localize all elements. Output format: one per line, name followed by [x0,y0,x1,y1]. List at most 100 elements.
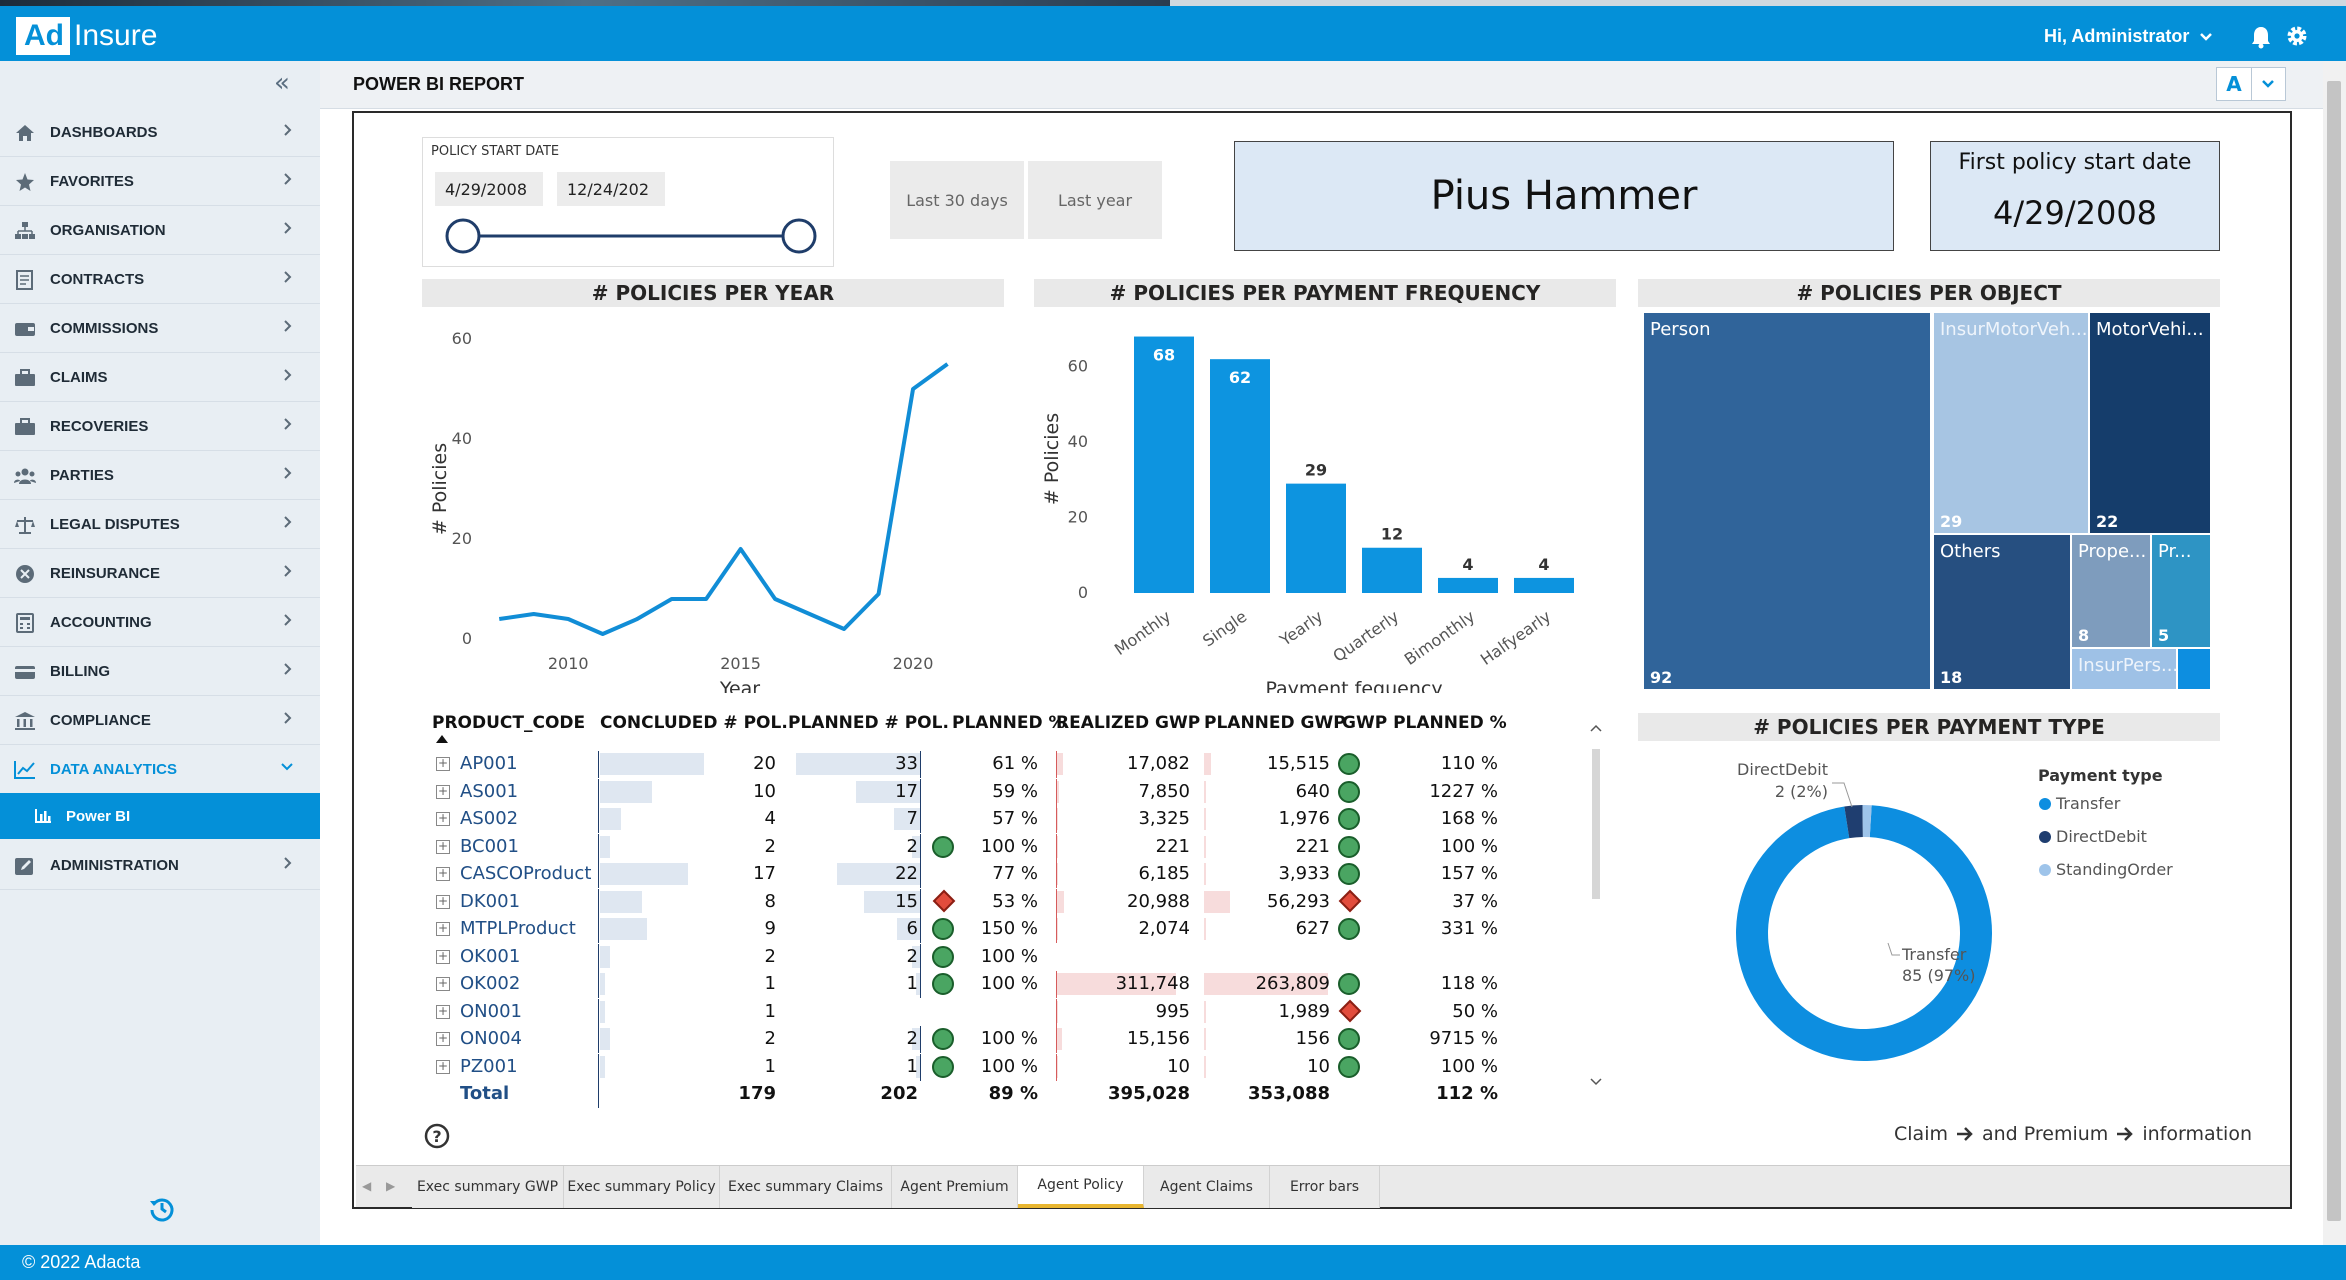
sidebar-item-contracts[interactable]: CONTRACTS [0,256,320,304]
expand-icon[interactable]: + [436,839,450,854]
column-header[interactable]: REALIZED GWP [1056,713,1200,747]
tab-exec-summary-claims[interactable]: Exec summary Claims [720,1166,892,1208]
y-tick-label: 40 [452,429,472,448]
product-code[interactable]: OK002 [460,973,520,994]
history-icon[interactable] [148,1195,176,1223]
chevron-right-icon [282,466,294,485]
tab-scroll-right-icon[interactable]: ▶ [386,1179,395,1193]
column-header[interactable]: PLANNED # POL. [788,713,952,747]
planned-gwp-value: 627 [1295,918,1330,939]
concluded-value: 1 [764,1055,776,1077]
sort-ascending-icon[interactable] [436,735,448,743]
sidebar-item-parties[interactable]: PARTIES [0,452,320,500]
product-code[interactable]: AP001 [460,753,518,774]
sidebar-item-power-bi[interactable]: Power BI [0,793,320,839]
expand-icon[interactable]: + [436,1059,450,1074]
product-code[interactable]: ON004 [460,1028,522,1049]
chevron-right-icon [282,172,294,191]
sidebar-item-accounting[interactable]: ACCOUNTING [0,599,320,647]
column-header[interactable]: CONCLUDED # POL. [600,713,788,747]
product-code[interactable]: OK001 [460,946,520,967]
product-code[interactable]: AS002 [460,808,518,829]
last-30-days-button[interactable]: Last 30 days [890,161,1024,239]
expand-icon[interactable]: + [436,1004,450,1019]
product-code[interactable]: ON001 [460,1001,522,1022]
product-code[interactable]: CASCOProduct [460,863,591,884]
chevron-right-icon [282,221,294,240]
last-year-button[interactable]: Last year [1028,161,1162,239]
sidebar-item-dashboards[interactable]: DASHBOARDS [0,109,320,157]
tab-agent-claims[interactable]: Agent Claims [1144,1166,1270,1208]
table-row: + OK001 2 2 100 % [428,943,1518,971]
footer: © 2022 Adacta [0,1245,2346,1280]
expand-icon[interactable]: + [436,867,450,881]
tab-scroll-left-icon[interactable]: ◀ [362,1179,371,1193]
collapse-sidebar-icon[interactable]: « [274,70,298,96]
tab-error-bars[interactable]: Error bars [1270,1166,1380,1208]
expand-icon[interactable]: + [436,949,450,964]
tab-exec-summary-policy[interactable]: Exec summary Policy [564,1166,720,1208]
column-header[interactable]: PLANNED % [952,713,1066,747]
planned-gwp-value: 263,809 [1255,973,1330,994]
sidebar-item-administration[interactable]: ADMINISTRATION [0,842,320,890]
table-scrollbar[interactable] [1586,719,1606,1091]
column-divider [598,1081,599,1108]
sidebar-item-claims[interactable]: CLAIMS [0,354,320,402]
expand-icon[interactable]: + [436,757,450,771]
sidebar-item-legal-disputes[interactable]: LEGAL DISPUTES [0,501,320,549]
column-divider [1056,998,1057,1026]
product-code[interactable]: BC001 [460,836,519,857]
language-selector[interactable]: A [2216,67,2286,101]
concluded-bar [600,1028,611,1050]
product-code[interactable]: AS001 [460,781,518,802]
product-code[interactable]: PZ001 [460,1056,518,1077]
sidebar-item-favorites[interactable]: FAVORITES [0,158,320,206]
x-tick-label: Single [1199,607,1250,651]
tab-exec-summary-gwp[interactable]: Exec summary GWP [412,1166,564,1208]
date-to-field[interactable]: 12/24/202 [557,172,665,206]
sidebar: « DASHBOARDS FAVORITES ORGANISATION CONTRAC… [0,61,320,1245]
report-tabs: ◀ ▶ Exec summary GWP Exec summary Policy E… [356,1165,2290,1208]
language-value: A [2226,72,2242,96]
gear-icon[interactable] [2285,24,2309,48]
tab-agent-premium[interactable]: Agent Premium [892,1166,1018,1208]
column-header[interactable]: PRODUCT_CODE [432,713,592,747]
sidebar-item-billing[interactable]: BILLING [0,648,320,696]
expand-icon[interactable]: + [436,894,450,909]
first-policy-value: 4/29/2008 [1992,194,2158,232]
page-scrollbar[interactable] [2323,61,2346,1245]
sidebar-item-data-analytics[interactable]: DATA ANALYTICS [0,746,320,794]
expand-icon[interactable]: + [436,1032,450,1046]
column-header[interactable]: GWP PLANNED % [1342,713,1507,747]
expand-icon[interactable]: + [436,812,450,826]
column-header[interactable]: PLANNED GWP [1204,713,1346,747]
date-range-slider[interactable] [423,208,835,268]
sidebar-item-reinsurance[interactable]: REINSURANCE [0,550,320,598]
gwp-planned-percent: 9715 % [1429,1028,1498,1049]
app-logo[interactable]: Ad Insure [16,12,157,60]
expand-icon[interactable]: + [436,922,450,936]
sidebar-item-compliance[interactable]: COMPLIANCE [0,697,320,745]
scrollbar-thumb[interactable] [2327,81,2341,1221]
expand-icon[interactable]: + [436,977,450,991]
column-divider [598,1026,599,1053]
sidebar-item-organisation[interactable]: ORGANISATION [0,207,320,255]
sidebar-item-recoveries[interactable]: RECOVERIES [0,403,320,451]
bell-icon[interactable] [2250,25,2272,49]
expand-icon[interactable]: + [436,784,450,799]
sidebar-item-commissions[interactable]: COMMISSIONS [0,305,320,353]
treemap-value: 22 [2096,512,2118,531]
product-code[interactable]: MTPLProduct [460,918,576,939]
help-icon[interactable]: ? [424,1123,450,1149]
realized-gwp-value: 995 [1155,1000,1190,1022]
product-code[interactable]: DK001 [460,891,520,912]
date-from-field[interactable]: 4/29/2008 [435,172,543,206]
tab-agent-policy[interactable]: Agent Policy [1018,1166,1144,1208]
x-tick-label: Yearly [1275,607,1326,651]
planned-gwp-value: 3,933 [1278,863,1330,884]
user-menu[interactable]: Hi, Administrator [2044,26,2213,47]
column-divider [1056,971,1057,998]
planned-gwp-value: 221 [1295,835,1330,857]
chevron-down-icon[interactable] [2250,68,2285,100]
bar-chart-icon [35,809,51,823]
